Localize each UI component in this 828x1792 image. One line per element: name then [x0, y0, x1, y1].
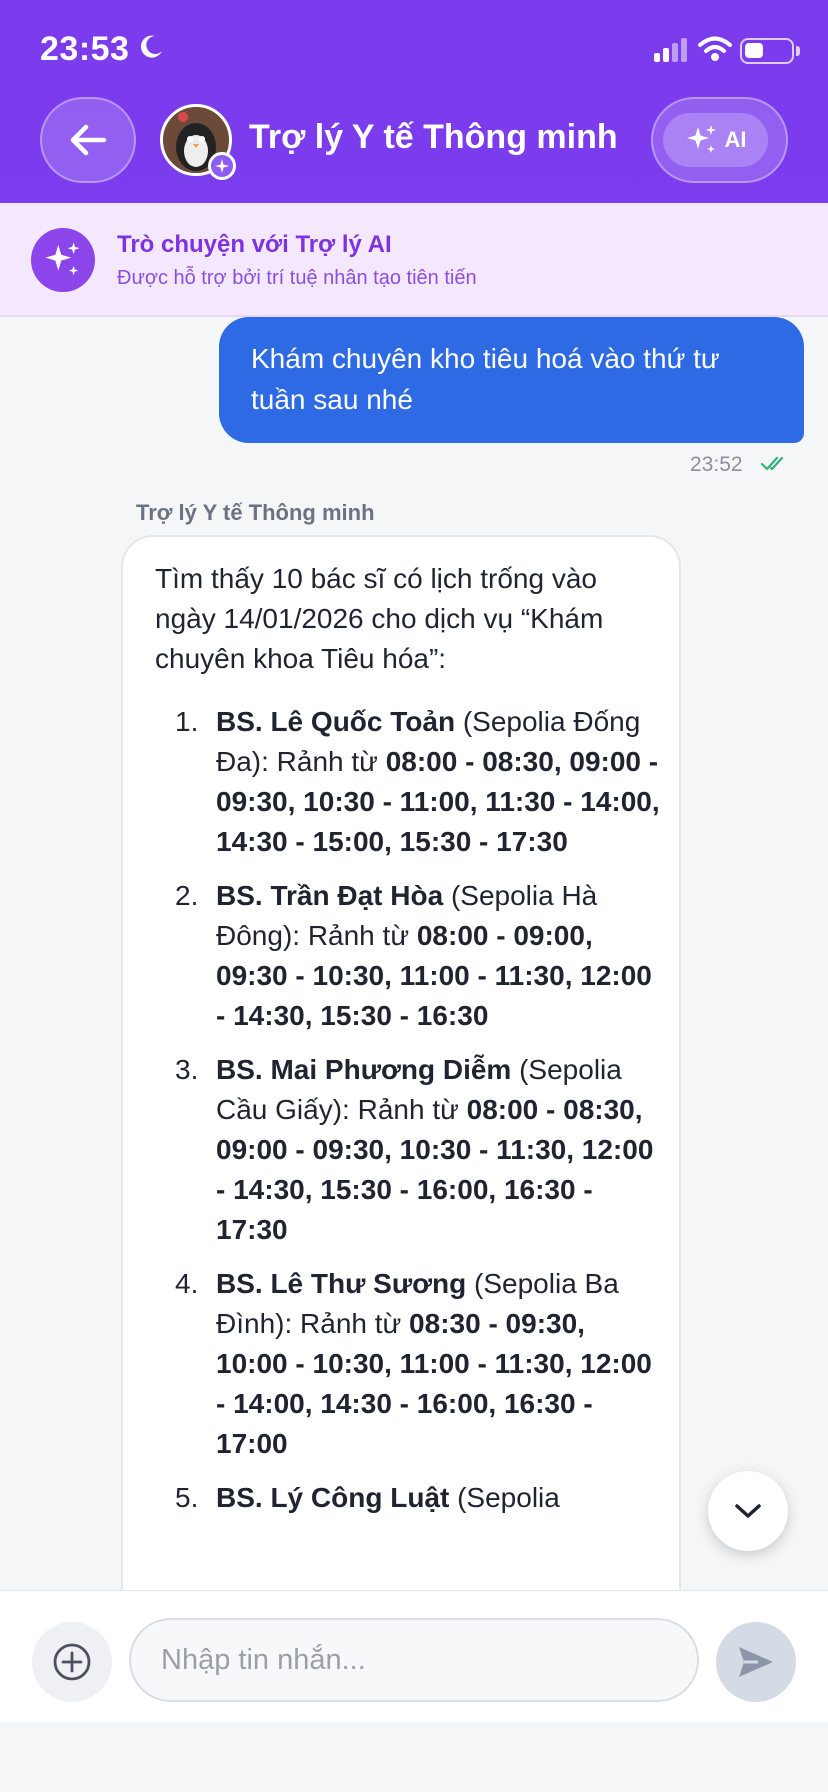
- attach-button[interactable]: [32, 1622, 112, 1702]
- list-number: 4.: [175, 1268, 199, 1299]
- send-button[interactable]: [716, 1622, 796, 1702]
- list-number: 3.: [175, 1054, 199, 1085]
- chevron-down-icon: [735, 1504, 761, 1518]
- wifi-icon: [698, 36, 732, 61]
- doctor-branch: (Sepolia: [449, 1482, 560, 1513]
- ai-button[interactable]: AI: [651, 97, 788, 183]
- back-button[interactable]: [40, 97, 136, 183]
- message-time: 23:52: [690, 453, 743, 476]
- banner-title: Trò chuyện với Trợ lý AI: [117, 231, 392, 258]
- doctor-name: BS. Lê Thư Sương: [216, 1268, 467, 1299]
- user-message-bubble: Khám chuyên kho tiêu hoá vào thứ tư tuần…: [219, 317, 804, 443]
- moon-icon: [140, 35, 162, 58]
- arrow-left-icon: [70, 124, 107, 156]
- ai-button-inner[interactable]: AI: [663, 113, 768, 167]
- bot-intro-text: Tìm thấy 10 bác sĩ có lịch trống vào ngà…: [155, 563, 604, 674]
- chat-title: Trợ lý Y tế Thông minh: [249, 118, 618, 156]
- doctor-name: BS. Mai Phương Diễm: [216, 1054, 512, 1085]
- bot-message-bubble: Tìm thấy 10 bác sĩ có lịch trống vào ngà…: [121, 535, 681, 1590]
- doctor-name: BS. Lý Công Luật: [216, 1482, 450, 1513]
- list-item: 2. BS. Trần Đạt Hòa (Sepolia Hà Đông): Rả…: [153, 876, 663, 1036]
- list-item: 4. BS. Lê Thư Sương (Sepolia Ba Đình): Rả…: [153, 1264, 663, 1464]
- banner-subtitle: Được hỗ trợ bởi trí tuệ nhân tạo tiên ti…: [117, 267, 477, 289]
- status-time: 23:53: [40, 30, 130, 68]
- sparkles-icon: [31, 228, 95, 292]
- scroll-to-bottom-button[interactable]: [708, 1471, 788, 1551]
- doctor-list: 1. BS. Lê Quốc Toản (Sepolia Đống Đa): Rả…: [153, 702, 663, 1532]
- send-icon: [739, 1647, 773, 1677]
- battery-icon: [740, 38, 800, 64]
- ai-badge-icon: [208, 152, 236, 180]
- bot-sender-name: Trợ lý Y tế Thông minh: [136, 500, 375, 525]
- list-number: 5.: [175, 1482, 199, 1513]
- sparkles-icon: [686, 125, 716, 153]
- status-bar: 23:53: [0, 0, 828, 96]
- ai-button-label: AI: [724, 127, 747, 152]
- ai-banner: Trò chuyện với Trợ lý AI Được hỗ trợ bởi…: [0, 203, 828, 317]
- chat-thread[interactable]: Khám chuyên kho tiêu hoá vào thứ tư tuần…: [0, 317, 828, 1590]
- list-number: 2.: [175, 880, 199, 911]
- doctor-name: BS. Lê Quốc Toản: [216, 706, 456, 737]
- list-item: 3. BS. Mai Phương Diễm (Sepolia Cầu Giấy)…: [153, 1050, 663, 1250]
- cellular-signal-icon: [654, 38, 687, 62]
- list-item: 1. BS. Lê Quốc Toản (Sepolia Đống Đa): Rả…: [153, 702, 663, 862]
- doctor-name: BS. Trần Đạt Hòa: [216, 880, 444, 911]
- home-indicator-area: [0, 1722, 828, 1792]
- composer-bar: [0, 1590, 828, 1722]
- message-input[interactable]: [129, 1618, 699, 1702]
- double-check-icon: [760, 456, 784, 471]
- list-item: 5. BS. Lý Công Luật (Sepolia: [153, 1478, 663, 1518]
- plus-circle-icon: [53, 1643, 91, 1681]
- app-header: 23:53 Trợ lý Y tế Thông minh AI: [0, 0, 828, 203]
- list-number: 1.: [175, 706, 199, 737]
